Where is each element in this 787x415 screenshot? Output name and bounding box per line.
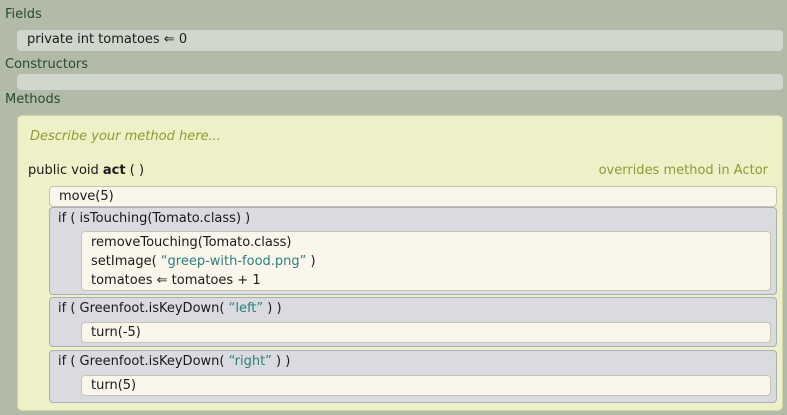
statement-turn-right[interactable]: turn(5) xyxy=(91,377,136,395)
constructors-heading: Constructors xyxy=(5,57,89,72)
fields-heading: Fields xyxy=(5,7,42,22)
constructors-area[interactable] xyxy=(17,74,783,90)
if-left-suffix: ) ) xyxy=(263,301,282,316)
if-left-condition[interactable]: if ( Greenfoot.isKeyDown( “left” ) ) xyxy=(58,300,282,318)
if-left-body[interactable]: turn(-5) xyxy=(81,322,771,343)
if-istouching-body[interactable]: removeTouching(Tomato.class) setImage( “… xyxy=(81,231,771,291)
if-left-string[interactable]: “left” xyxy=(229,301,264,316)
if-left-prefix: if ( Greenfoot.isKeyDown( xyxy=(58,301,229,316)
method-modifiers: public void xyxy=(28,163,99,178)
method-signature[interactable]: public void act ( ) xyxy=(28,163,144,178)
statement-remove-touching[interactable]: removeTouching(Tomato.class) xyxy=(91,234,291,252)
set-image-prefix: setImage( xyxy=(91,254,161,269)
if-right-condition[interactable]: if ( Greenfoot.isKeyDown( “right” ) ) xyxy=(58,353,290,371)
if-right-body[interactable]: turn(5) xyxy=(81,375,771,396)
set-image-string[interactable]: “greep-with-food.png” xyxy=(161,254,307,269)
if-right-prefix: if ( Greenfoot.isKeyDown( xyxy=(58,354,229,369)
statement-move[interactable]: move(5) xyxy=(49,186,777,207)
if-istouching-block[interactable]: if ( isTouching(Tomato.class) ) removeTo… xyxy=(49,207,777,295)
method-description[interactable]: Describe your method here... xyxy=(30,129,221,144)
set-image-suffix: ) xyxy=(306,254,316,269)
method-params[interactable]: ( ) xyxy=(130,163,144,178)
if-istouching-condition[interactable]: if ( isTouching(Tomato.class) ) xyxy=(58,210,250,228)
if-right-suffix: ) ) xyxy=(271,354,291,369)
method-name[interactable]: act xyxy=(103,163,126,178)
if-right-string[interactable]: “right” xyxy=(229,354,272,369)
methods-heading: Methods xyxy=(5,92,61,107)
method-act[interactable]: Describe your method here... public void… xyxy=(17,115,783,411)
if-left-block[interactable]: if ( Greenfoot.isKeyDown( “left” ) ) tur… xyxy=(49,297,777,347)
statement-turn-left[interactable]: turn(-5) xyxy=(91,324,141,342)
if-right-block[interactable]: if ( Greenfoot.isKeyDown( “right” ) ) tu… xyxy=(49,350,777,403)
statement-tomatoes-increment[interactable]: tomatoes ⇐ tomatoes + 1 xyxy=(91,272,261,290)
override-note: overrides method in Actor xyxy=(598,163,768,178)
statement-set-image[interactable]: setImage( “greep-with-food.png” ) xyxy=(91,253,316,271)
field-tomatoes[interactable]: private int tomatoes ⇐ 0 xyxy=(17,30,783,51)
